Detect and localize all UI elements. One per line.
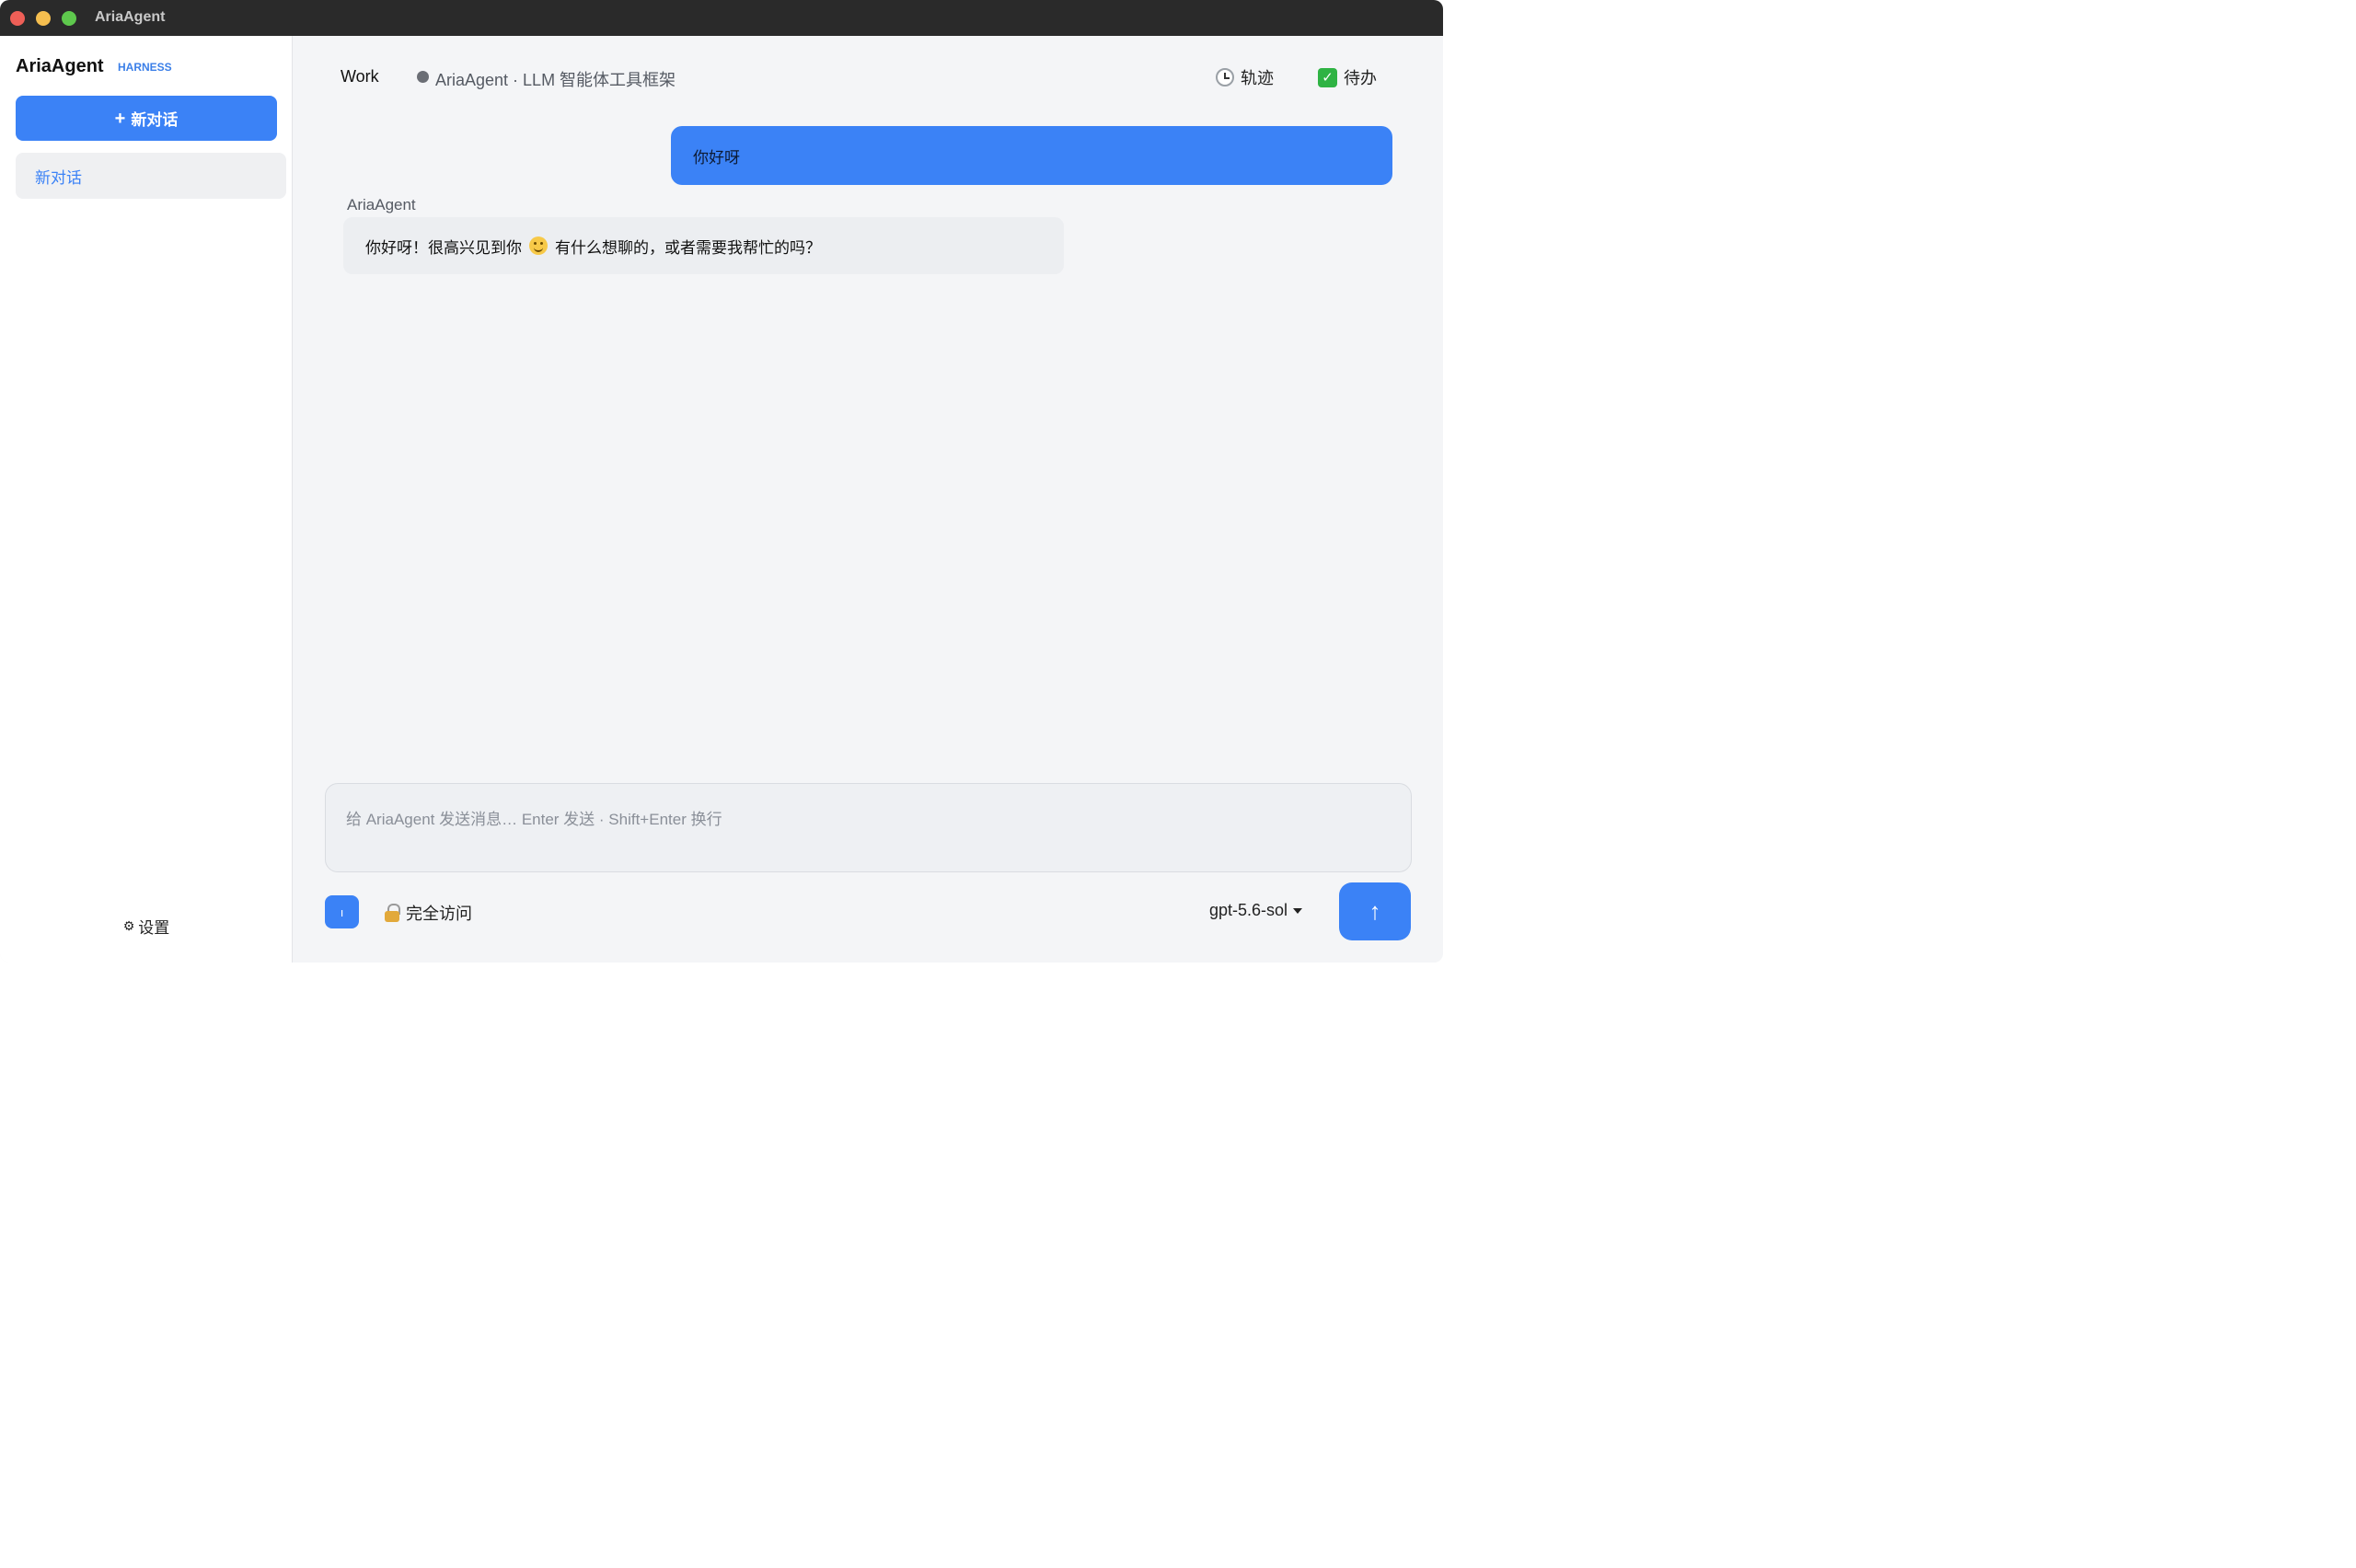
close-window-button[interactable] — [10, 11, 25, 26]
project-title: AriaAgent · LLM 智能体工具框架 — [435, 71, 676, 89]
chat-main: Work AriaAgent · LLM 智能体工具框架 轨迹 ✓ 待办 你好呀… — [294, 36, 1443, 963]
minimize-window-button[interactable] — [36, 11, 51, 26]
trace-button[interactable]: 轨迹 — [1216, 65, 1274, 89]
lock-icon — [384, 903, 400, 923]
app-window: AriaAgent AriaAgent HARNESS + 新对话 新对话 ⚙ … — [0, 0, 1443, 963]
todo-label: 待办 — [1344, 69, 1377, 87]
settings-button[interactable]: ⚙ 设置 — [0, 915, 293, 938]
brand-tag: HARNESS — [118, 61, 172, 74]
title-bar: AriaAgent — [0, 0, 1443, 36]
chevron-down-icon — [1293, 907, 1303, 914]
status-dot-icon — [417, 71, 429, 83]
gear-icon: ⚙ — [122, 918, 135, 933]
message-input[interactable] — [326, 784, 1411, 871]
trace-label: 轨迹 — [1241, 69, 1274, 87]
new-chat-label: 新对话 — [131, 111, 179, 129]
todo-button[interactable]: ✓ 待办 — [1318, 65, 1377, 89]
attach-button[interactable]: ı — [325, 895, 359, 928]
workspace-label[interactable]: Work — [341, 67, 379, 86]
access-toggle[interactable]: 完全访问 — [384, 901, 472, 925]
access-label: 完全访问 — [406, 905, 472, 923]
zoom-window-button[interactable] — [62, 11, 76, 26]
assistant-text-start: 你好呀！很高兴见到你 — [365, 238, 522, 257]
settings-label: 设置 — [138, 919, 170, 937]
model-selector[interactable]: gpt-5.6-sol — [1209, 901, 1303, 920]
clock-icon — [1216, 68, 1234, 86]
message-composer — [325, 783, 1412, 872]
new-chat-button[interactable]: + 新对话 — [16, 96, 277, 141]
sidebar: AriaAgent HARNESS + 新对话 新对话 ⚙ 设置 — [0, 36, 293, 963]
send-button[interactable]: ↑ — [1339, 882, 1411, 940]
assistant-name: AriaAgent — [347, 196, 416, 213]
model-name: gpt-5.6-sol — [1209, 901, 1288, 919]
check-icon: ✓ — [1318, 67, 1337, 87]
plus-icon: + — [114, 108, 126, 129]
smiley-icon — [529, 236, 548, 255]
user-message: 你好呀 — [671, 126, 1392, 185]
conversation-item[interactable]: 新对话 — [16, 153, 286, 199]
assistant-text-end: 有什么想聊的，或者需要我帮忙的吗？ — [555, 238, 821, 257]
window-title: AriaAgent — [95, 9, 166, 25]
brand-name: AriaAgent — [16, 56, 104, 76]
assistant-message: 你好呀！很高兴见到你 有什么想聊的，或者需要我帮忙的吗？ — [343, 217, 1064, 274]
